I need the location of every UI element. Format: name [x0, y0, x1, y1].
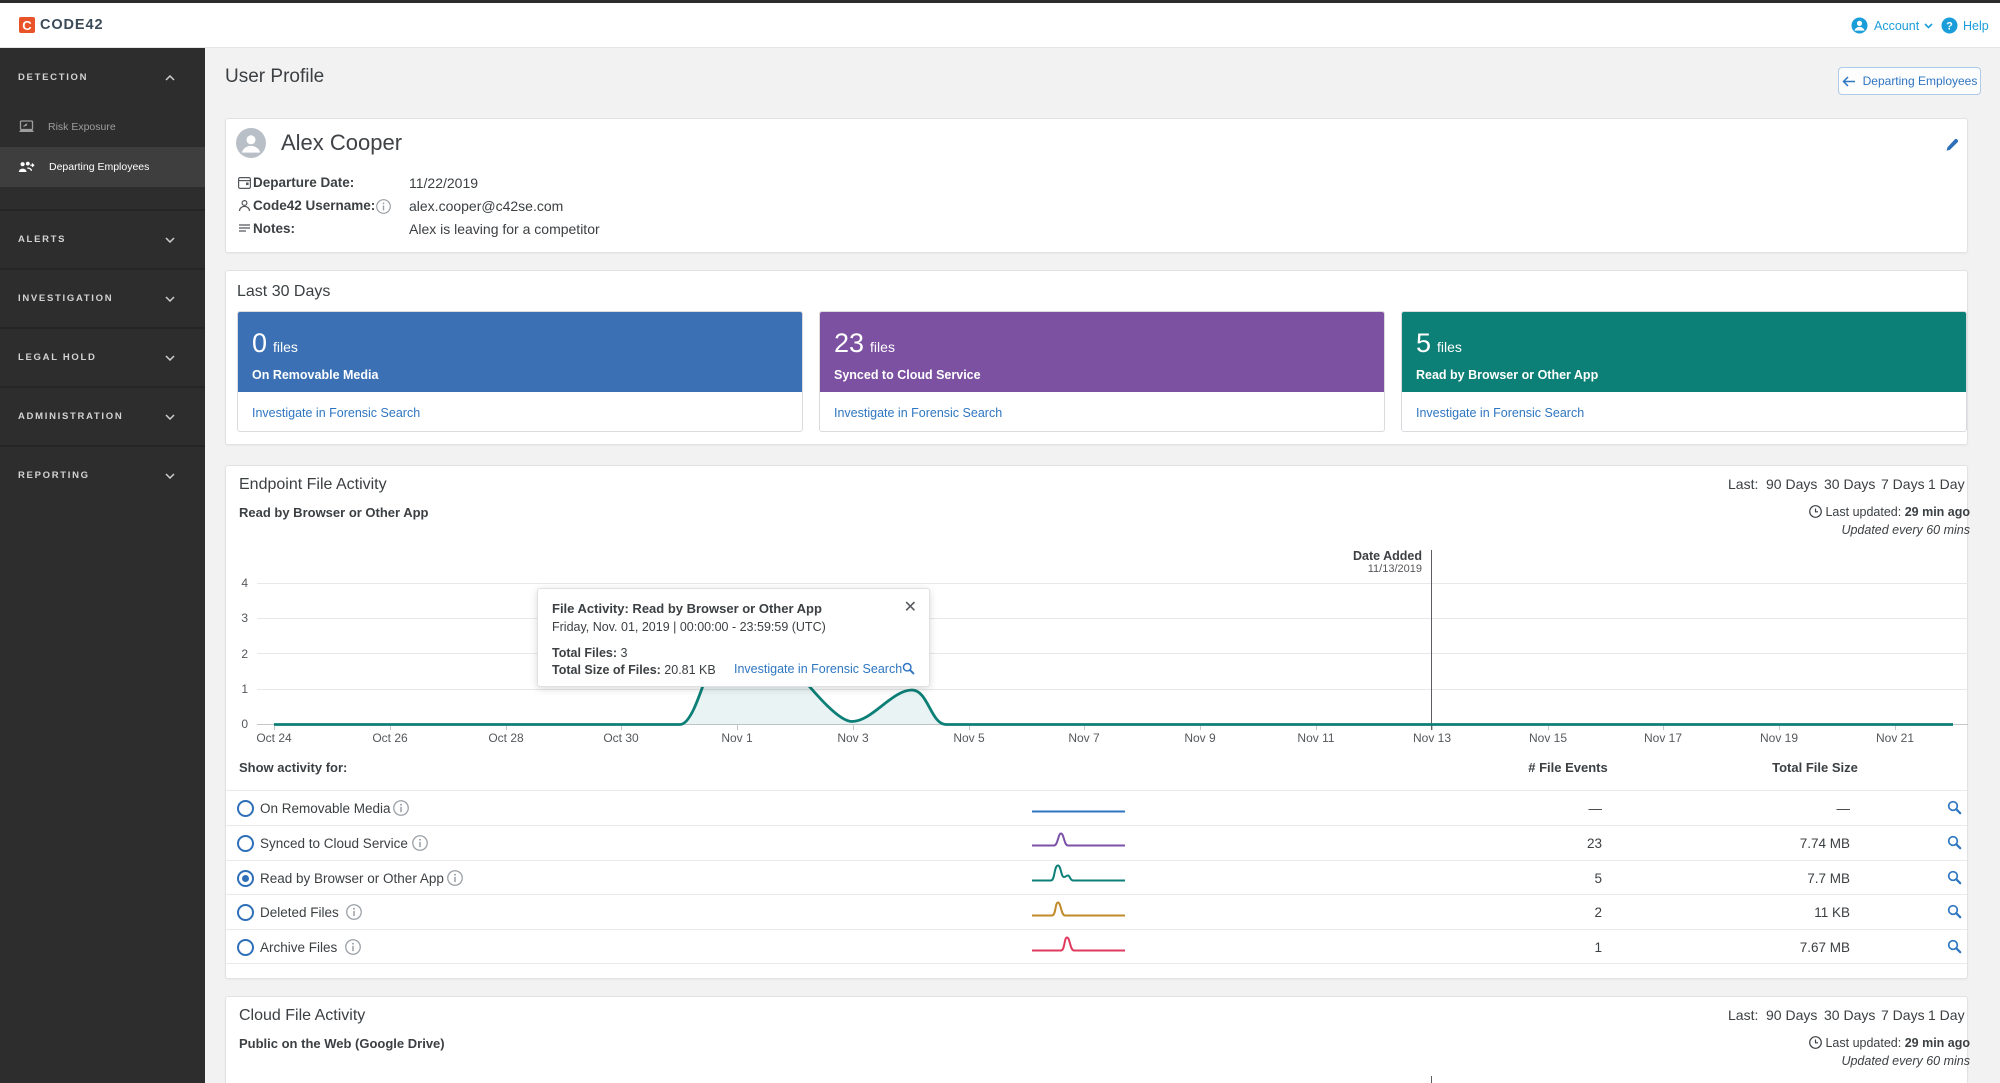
svg-text:?: ? — [1946, 21, 1953, 33]
